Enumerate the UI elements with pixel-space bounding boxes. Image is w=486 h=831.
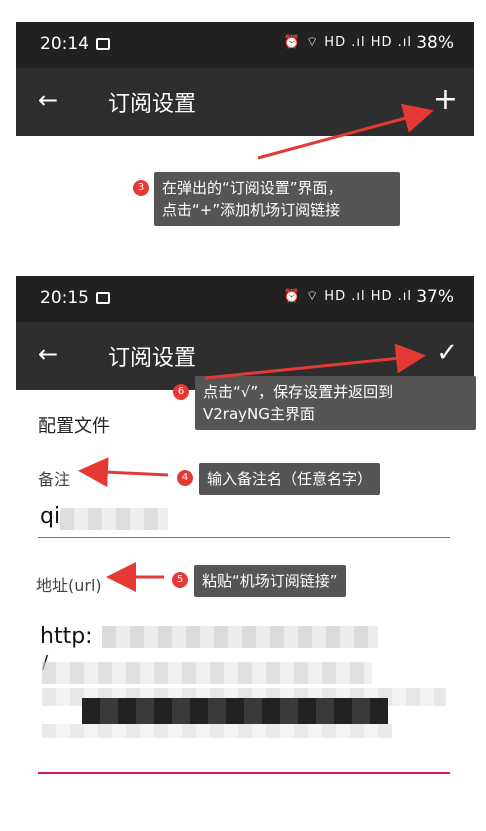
arrow-to-check (204, 343, 426, 380)
annotation-arrows (78, 103, 434, 592)
arrow-to-add (257, 103, 434, 160)
arrow-to-remark (78, 457, 169, 488)
